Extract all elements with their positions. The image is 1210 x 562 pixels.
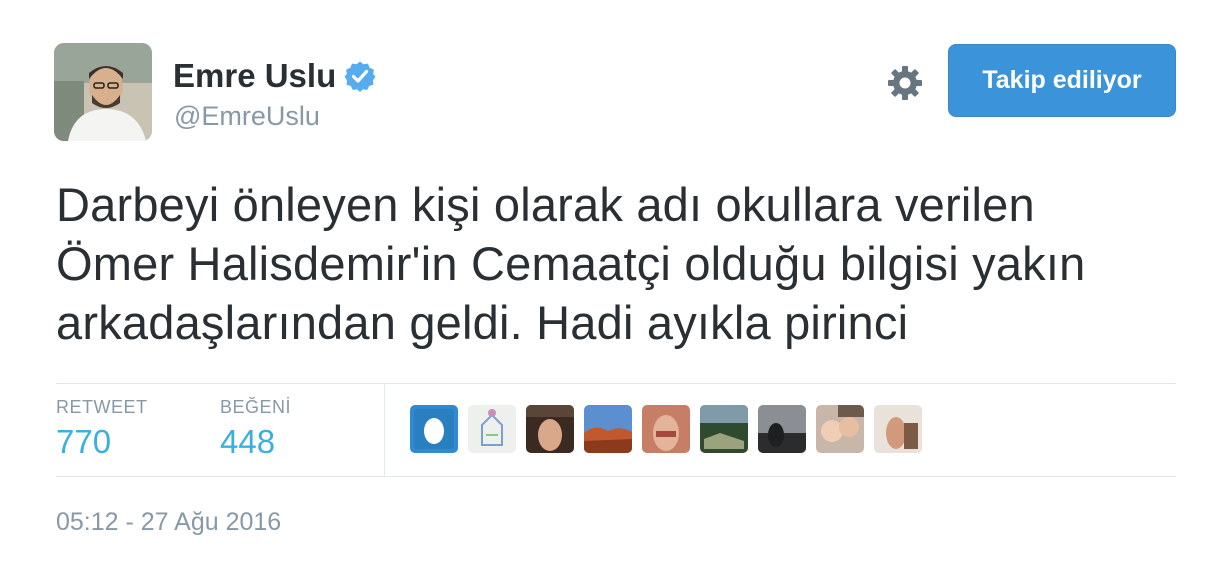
default-egg-avatar[interactable] bbox=[410, 405, 458, 453]
tweet-text: Darbeyi önleyen kişi olarak adı okullara… bbox=[56, 175, 1186, 352]
author-name[interactable]: Emre Uslu bbox=[173, 57, 376, 95]
tweet-card: Emre Uslu @EmreUslu Takip ediliyor Darbe… bbox=[0, 0, 1210, 562]
tweet-timestamp[interactable]: 05:12 - 27 Ağu 2016 bbox=[56, 508, 281, 537]
liked-by-avatars bbox=[410, 405, 922, 453]
author-avatar[interactable] bbox=[54, 43, 152, 141]
following-button[interactable]: Takip ediliyor bbox=[948, 44, 1176, 117]
retweet-stat[interactable]: RETWEET 770 bbox=[56, 397, 148, 461]
stats-divider-top bbox=[56, 383, 1176, 384]
retweet-label: RETWEET bbox=[56, 397, 148, 417]
author-handle[interactable]: @EmreUslu bbox=[174, 101, 320, 132]
photo-avatar[interactable] bbox=[874, 405, 922, 453]
tweet-text-line: arkadaşlarından geldi. Hadi ayıkla pirin… bbox=[56, 296, 909, 349]
retweet-count[interactable]: 770 bbox=[56, 423, 148, 461]
stats-vertical-divider bbox=[384, 384, 385, 476]
gear-icon[interactable] bbox=[885, 63, 925, 103]
drawing-avatar[interactable] bbox=[468, 405, 516, 453]
like-label: BEĞENİ bbox=[220, 397, 292, 417]
stats-divider-bottom bbox=[56, 476, 1176, 477]
tweet-text-line: Ömer Halisdemir'in Cemaatçi olduğu bilgi… bbox=[56, 237, 1086, 290]
tweet-text-line: Darbeyi önleyen kişi olarak adı okullara… bbox=[56, 178, 1035, 231]
landscape-avatar[interactable] bbox=[584, 405, 632, 453]
verified-badge-icon bbox=[344, 60, 376, 92]
scenery-avatar[interactable] bbox=[700, 405, 748, 453]
children-avatar[interactable] bbox=[816, 405, 864, 453]
photo-avatar[interactable] bbox=[642, 405, 690, 453]
photo-avatar[interactable] bbox=[526, 405, 574, 453]
like-stat[interactable]: BEĞENİ 448 bbox=[220, 397, 291, 461]
dark-photo-avatar[interactable] bbox=[758, 405, 806, 453]
author-name-text[interactable]: Emre Uslu bbox=[173, 57, 336, 95]
like-count[interactable]: 448 bbox=[220, 423, 291, 461]
